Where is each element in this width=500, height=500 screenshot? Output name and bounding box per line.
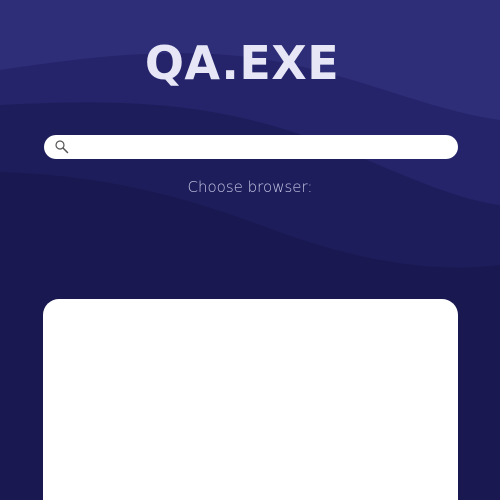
choose-browser-label: Choose browser: <box>187 178 313 196</box>
browser-list-panel[interactable] <box>43 299 458 500</box>
search-bar[interactable] <box>44 135 458 159</box>
app-logo: QA.EXE <box>0 36 500 90</box>
search-input[interactable] <box>76 135 446 159</box>
app-title: QA.EXE <box>144 36 340 90</box>
magnifier-icon <box>54 139 70 155</box>
